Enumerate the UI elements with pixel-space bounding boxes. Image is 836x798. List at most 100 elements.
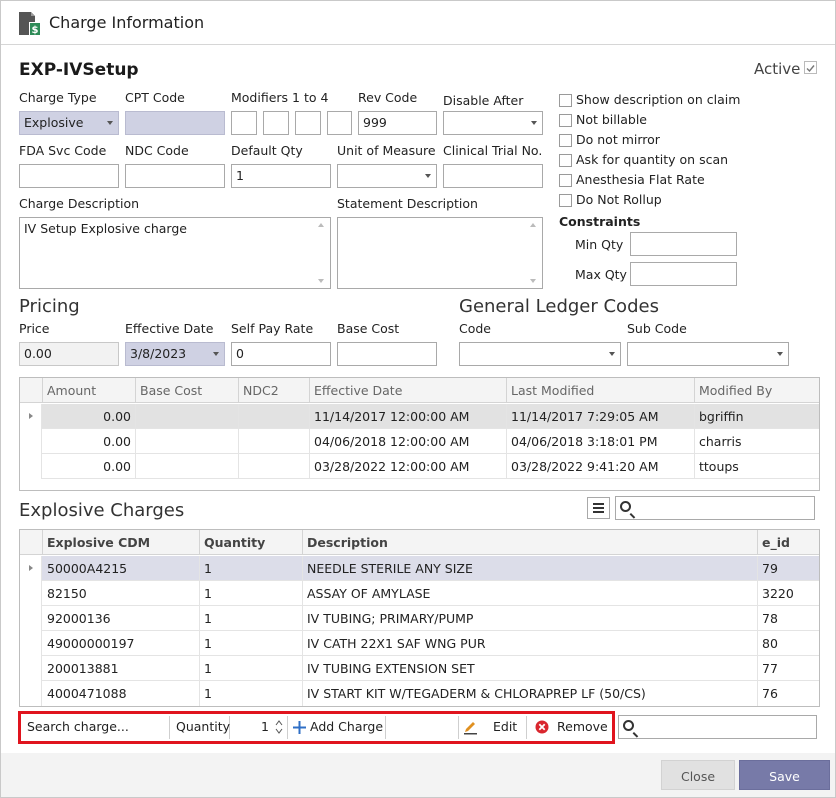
modifier-4-field[interactable] bbox=[327, 111, 352, 135]
modifier-1-field[interactable] bbox=[231, 111, 257, 135]
row-pointer-icon bbox=[29, 413, 33, 419]
spinner-arrows-icon[interactable] bbox=[275, 719, 283, 735]
price-label: Price bbox=[19, 321, 50, 336]
charge-type-select[interactable]: Explosive bbox=[19, 111, 119, 135]
modifier-3-field[interactable] bbox=[295, 111, 321, 135]
active-label: Active bbox=[754, 60, 801, 78]
unit-of-measure-label: Unit of Measure bbox=[337, 143, 436, 158]
row-indicator bbox=[20, 556, 42, 581]
table-row[interactable]: 49000000197 1 IV CATH 22X1 SAF WNG PUR 8… bbox=[20, 631, 819, 656]
cpt-code-field[interactable] bbox=[125, 111, 225, 135]
cell: IV TUBING; PRIMARY/PUMP bbox=[303, 606, 758, 631]
rev-code-field[interactable]: 999 bbox=[358, 111, 437, 135]
column-header[interactable]: Quantity bbox=[200, 530, 303, 555]
search-charge-input[interactable]: Search charge... bbox=[22, 716, 170, 739]
table-row[interactable]: 0.00 04/06/2018 12:00:00 AM 04/06/2018 3… bbox=[20, 429, 819, 454]
modifier-2-field[interactable] bbox=[263, 111, 289, 135]
unit-of-measure-select[interactable] bbox=[337, 164, 437, 188]
cell: 78 bbox=[762, 611, 778, 626]
column-header[interactable]: Effective Date bbox=[310, 378, 507, 403]
close-button[interactable]: Close bbox=[661, 760, 735, 790]
base-cost-field[interactable] bbox=[337, 342, 437, 366]
chevron-down-icon bbox=[531, 121, 537, 125]
gl-code-select[interactable] bbox=[459, 342, 621, 366]
charge-type-value: Explosive bbox=[24, 115, 84, 130]
option-label: Anesthesia Flat Rate bbox=[576, 172, 705, 187]
cell: 11/14/2017 7:29:05 AM bbox=[507, 404, 695, 429]
cell: 200013881 bbox=[43, 656, 200, 681]
quantity-label: Quantity bbox=[170, 716, 230, 739]
window-title: Charge Information bbox=[49, 13, 205, 32]
gl-sub-code-select[interactable] bbox=[627, 342, 789, 366]
disable-after-picker[interactable] bbox=[443, 111, 543, 135]
statement-description-textarea[interactable] bbox=[337, 217, 543, 289]
default-qty-label: Default Qty bbox=[231, 143, 303, 158]
default-qty-field[interactable]: 1 bbox=[231, 164, 331, 188]
explosive-charges-grid: Explosive CDM Quantity Description e_id … bbox=[19, 529, 820, 707]
table-row[interactable]: 92000136 1 IV TUBING; PRIMARY/PUMP 78 bbox=[20, 606, 819, 631]
table-row[interactable]: 4000471088 1 IV START KIT W/TEGADERM & C… bbox=[20, 681, 819, 706]
row-indicator bbox=[20, 581, 42, 606]
chevron-down-icon bbox=[213, 352, 219, 356]
max-qty-field[interactable] bbox=[630, 262, 737, 286]
add-charge-button[interactable]: Add Charge bbox=[288, 716, 386, 739]
checkbox[interactable] bbox=[559, 174, 572, 187]
active-checkbox[interactable] bbox=[804, 61, 817, 74]
row-indicator bbox=[20, 681, 42, 706]
cell: NEEDLE STERILE ANY SIZE bbox=[303, 556, 758, 581]
table-row[interactable]: 200013881 1 IV TUBING EXTENSION SET 77 bbox=[20, 656, 819, 681]
cell: 76 bbox=[762, 686, 778, 701]
quantity-stepper[interactable]: 1 bbox=[230, 716, 288, 739]
table-row[interactable]: 0.00 03/28/2022 12:00:00 AM 03/28/2022 9… bbox=[20, 454, 819, 479]
charge-description-textarea[interactable]: IV Setup Explosive charge bbox=[19, 217, 331, 289]
cell: IV TUBING EXTENSION SET bbox=[303, 656, 758, 681]
effective-date-picker[interactable]: 3/8/2023 bbox=[125, 342, 225, 366]
checkbox[interactable] bbox=[559, 94, 572, 107]
toolbar-search-input[interactable] bbox=[618, 715, 817, 739]
clinical-trial-field[interactable] bbox=[443, 164, 543, 188]
textarea-scrollbar[interactable] bbox=[527, 220, 540, 286]
column-header[interactable]: Last Modified bbox=[507, 378, 695, 403]
checkbox[interactable] bbox=[559, 114, 572, 127]
column-chooser-button[interactable] bbox=[587, 497, 610, 519]
gl-codes-title: General Ledger Codes bbox=[459, 296, 659, 317]
table-row[interactable]: 50000A4215 1 NEEDLE STERILE ANY SIZE 79 bbox=[20, 556, 819, 581]
column-header[interactable]: Description bbox=[303, 530, 758, 555]
column-header[interactable]: NDC2 bbox=[239, 378, 310, 403]
table-row[interactable]: 82150 1 ASSAY OF AMYLASE 3220 bbox=[20, 581, 819, 606]
column-header[interactable]: e_id bbox=[758, 530, 819, 555]
cell: charris bbox=[699, 434, 742, 449]
cell: 82150 bbox=[43, 581, 200, 606]
cell: 3220 bbox=[762, 586, 794, 601]
save-button[interactable]: Save bbox=[739, 760, 830, 790]
explosive-search-input[interactable] bbox=[615, 496, 815, 520]
option-label: Not billable bbox=[576, 112, 647, 127]
row-indicator bbox=[20, 454, 42, 479]
row-indicator bbox=[20, 656, 42, 681]
min-qty-field[interactable] bbox=[630, 232, 737, 256]
toolbar-spacer bbox=[386, 716, 459, 739]
column-header[interactable]: Modified By bbox=[695, 378, 819, 403]
fda-svc-code-field[interactable] bbox=[19, 164, 119, 188]
textarea-scrollbar[interactable] bbox=[315, 220, 328, 286]
column-header[interactable]: Explosive CDM bbox=[43, 530, 200, 555]
cell: ttoups bbox=[699, 459, 739, 474]
self-pay-rate-field[interactable]: 0 bbox=[231, 342, 331, 366]
checkbox[interactable] bbox=[559, 154, 572, 167]
remove-button[interactable]: Remove bbox=[527, 716, 612, 739]
row-indicator bbox=[20, 606, 42, 631]
checkbox[interactable] bbox=[559, 194, 572, 207]
add-charge-toolbar: Search charge... Quantity 1 Add Charge E… bbox=[18, 711, 615, 744]
checkmark-icon bbox=[806, 65, 815, 73]
cell: ASSAY OF AMYLASE bbox=[303, 581, 758, 606]
column-header[interactable]: Amount bbox=[43, 378, 136, 403]
constraints-title: Constraints bbox=[559, 214, 641, 229]
checkbox[interactable] bbox=[559, 134, 572, 147]
ndc-code-field[interactable] bbox=[125, 164, 225, 188]
table-row[interactable]: 0.00 11/14/2017 12:00:00 AM 11/14/2017 7… bbox=[20, 404, 819, 429]
cell: 1 bbox=[200, 581, 303, 606]
cell: 79 bbox=[762, 561, 778, 576]
edit-button[interactable]: Edit bbox=[459, 716, 527, 739]
price-history-grid: Amount Base Cost NDC2 Effective Date Las… bbox=[19, 377, 820, 491]
column-header[interactable]: Base Cost bbox=[136, 378, 239, 403]
